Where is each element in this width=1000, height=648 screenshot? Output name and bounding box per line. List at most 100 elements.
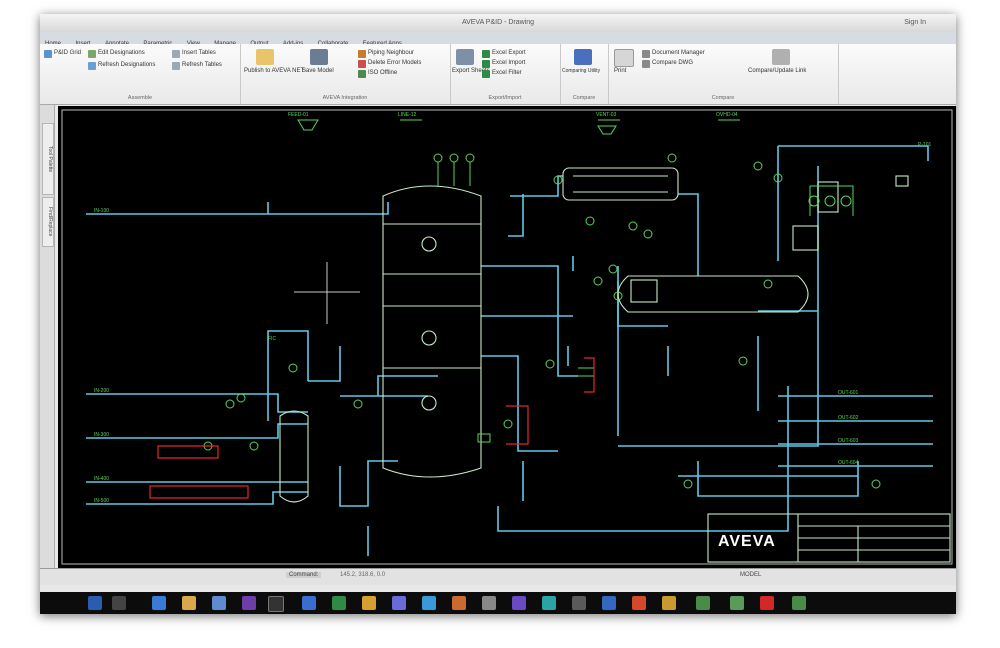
- outlook-icon[interactable]: [242, 596, 256, 610]
- ribbon-group-assemble: P&ID Grid Edit Designations Refresh Desi…: [40, 44, 241, 104]
- start-icon[interactable]: [88, 596, 102, 610]
- refresh-icon: [88, 62, 96, 70]
- pid-drawing[interactable]: FEED-01 LINE-12 VENT-03 OVHD-04 P-101 FI…: [58, 106, 956, 568]
- piping-icon: [358, 50, 366, 58]
- reflux-drum: [617, 275, 809, 313]
- powerpoint-icon[interactable]: [452, 596, 466, 610]
- window-title: AVEVA P&ID - Drawing: [461, 19, 535, 26]
- command-prompt[interactable]: Command:: [286, 572, 322, 578]
- group-label-compare-1: Compare: [572, 95, 596, 101]
- table-refresh-icon: [172, 62, 180, 70]
- search-icon[interactable]: [112, 596, 126, 610]
- compare-dwg-button[interactable]: Compare DWG: [652, 60, 693, 66]
- pdf-icon[interactable]: [632, 596, 646, 610]
- ribbon-group-export-import: Export Sheets Excel Export Excel Import …: [450, 44, 561, 104]
- publish-icon: [256, 49, 274, 65]
- delete-error-models-button[interactable]: Delete Error Models: [368, 60, 421, 66]
- edge-icon[interactable]: [212, 596, 226, 610]
- delete-icon: [358, 60, 366, 68]
- svg-text:OUT-601: OUT-601: [838, 390, 859, 396]
- insert-tables-button[interactable]: Insert Tables: [182, 50, 216, 56]
- alarm-elements: [149, 357, 595, 499]
- excel-icon[interactable]: [332, 596, 346, 610]
- refresh-designations-button[interactable]: Refresh Designations: [98, 62, 155, 68]
- excel-import-icon: [482, 60, 490, 68]
- excel-import-button[interactable]: Excel Import: [492, 60, 525, 66]
- app-window: AVEVA P&ID - Drawing Sign In Home Insert…: [40, 14, 956, 614]
- print-icon: [614, 49, 634, 67]
- svg-text:IN-500: IN-500: [94, 498, 109, 504]
- group-label-compare-2: Compare: [711, 95, 735, 101]
- iso-offline-button[interactable]: ISO Offline: [368, 70, 397, 76]
- svg-text:OVHD-04: OVHD-04: [716, 112, 738, 118]
- pid-grid-button[interactable]: P&ID Grid: [54, 50, 81, 56]
- svg-text:IN-400: IN-400: [94, 476, 109, 482]
- document-manager-button[interactable]: Document Manager: [652, 50, 705, 56]
- settings-icon[interactable]: [792, 596, 806, 610]
- publish-button[interactable]: Publish to AVEVA NET: [244, 68, 304, 74]
- ribbon-group-aveva-integration: Publish to AVEVA NET Save Model Piping N…: [240, 44, 451, 104]
- svg-text:OUT-604: OUT-604: [838, 460, 859, 466]
- notes-icon[interactable]: [422, 596, 436, 610]
- comparing-utility-button[interactable]: Comparing Utility: [562, 68, 600, 74]
- svg-text:IN-100: IN-100: [94, 208, 109, 214]
- active-window-icon[interactable]: [268, 596, 284, 612]
- grid-icon: [44, 50, 52, 58]
- overhead-condenser: [562, 167, 679, 201]
- pipe-feed-top: [86, 202, 389, 215]
- svg-text:IN-300: IN-300: [94, 432, 109, 438]
- excel-filter-button[interactable]: Excel Filter: [492, 70, 522, 76]
- table-icon: [172, 50, 180, 58]
- folder-icon[interactable]: [182, 596, 196, 610]
- compare-dwg-icon: [642, 60, 650, 68]
- task-view-icon[interactable]: [152, 596, 166, 610]
- crosshair-cursor: [294, 262, 360, 324]
- group-label-export-import: Export/Import: [488, 95, 522, 101]
- browser-icon[interactable]: [602, 596, 616, 610]
- group-label-aveva-integration: AVEVA Integration: [322, 95, 368, 101]
- svg-text:P-101: P-101: [918, 142, 932, 148]
- sign-in-link[interactable]: Sign In: [904, 19, 926, 26]
- app-icon[interactable]: [572, 596, 586, 610]
- export-sheets-icon: [456, 49, 474, 65]
- compare-icon: [574, 49, 592, 65]
- save-model-icon: [310, 49, 328, 65]
- equipment: [279, 167, 951, 563]
- excel-filter-icon: [482, 70, 490, 78]
- process-pipes: [86, 145, 933, 556]
- calculator-icon[interactable]: [482, 596, 496, 610]
- word-icon[interactable]: [302, 596, 316, 610]
- aveva-logo: AVEVA: [718, 533, 776, 550]
- piping-neighbour-button[interactable]: Piping Neighbour: [368, 50, 414, 56]
- autocad-icon[interactable]: [760, 596, 774, 610]
- find-replace-tab[interactable]: Find/Replace: [42, 197, 54, 247]
- green-app-icon[interactable]: [730, 596, 744, 610]
- side-palette-strip: Tool Palette Find/Replace: [40, 105, 55, 575]
- save-model-button[interactable]: Save Model: [302, 68, 334, 74]
- svg-text:FEED-01: FEED-01: [288, 112, 309, 118]
- drawing-canvas[interactable]: FEED-01 LINE-12 VENT-03 OVHD-04 P-101 FI…: [58, 106, 956, 568]
- print-button[interactable]: Print: [614, 68, 626, 74]
- link-icon: [772, 49, 790, 65]
- iso-icon: [358, 70, 366, 78]
- status-bar: Command: 145.2, 318.6, 0.0 MODEL: [40, 568, 956, 585]
- compare-update-link-button[interactable]: Compare/Update Link: [748, 68, 806, 74]
- files-icon[interactable]: [662, 596, 676, 610]
- windows-taskbar: [40, 592, 956, 614]
- vs-icon[interactable]: [512, 596, 526, 610]
- teams-icon[interactable]: [392, 596, 406, 610]
- edit-designations-button[interactable]: Edit Designations: [98, 50, 145, 56]
- ribbon-panel: P&ID Grid Edit Designations Refresh Desi…: [40, 44, 956, 105]
- chrome-icon[interactable]: [362, 596, 376, 610]
- tool-palette-tab[interactable]: Tool Palette: [42, 123, 54, 195]
- remote-icon[interactable]: [542, 596, 556, 610]
- title-bar: AVEVA P&ID - Drawing Sign In: [40, 14, 956, 32]
- edit-icon: [88, 50, 96, 58]
- sheet-icon[interactable]: [696, 596, 710, 610]
- excel-export-button[interactable]: Excel Export: [492, 50, 526, 56]
- model-space-toggle[interactable]: MODEL: [740, 572, 761, 578]
- refresh-tables-button[interactable]: Refresh Tables: [182, 62, 222, 68]
- svg-text:FIC: FIC: [268, 336, 276, 342]
- document-icon: [642, 50, 650, 58]
- group-label-assemble: Assemble: [127, 95, 153, 101]
